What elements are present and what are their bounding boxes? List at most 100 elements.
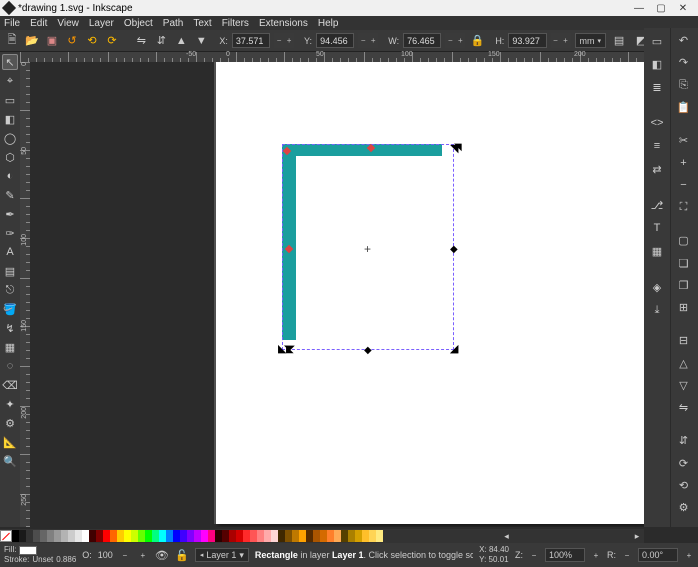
- rotation-field[interactable]: 0.00°: [638, 548, 678, 562]
- flip-v-icon[interactable]: ⇵: [153, 32, 169, 50]
- color-swatch[interactable]: [187, 530, 194, 542]
- deselect-icon[interactable]: ↺: [64, 32, 80, 50]
- color-swatch[interactable]: [299, 530, 306, 542]
- color-swatch[interactable]: [75, 530, 82, 542]
- color-swatch[interactable]: [257, 530, 264, 542]
- menu-layer[interactable]: Layer: [89, 18, 114, 29]
- tool-dropper[interactable]: ⎋: [2, 282, 18, 298]
- dock-raise-icon[interactable]: △: [675, 354, 693, 371]
- color-swatch[interactable]: [348, 530, 355, 542]
- fill-preview[interactable]: [19, 546, 37, 555]
- handle-sw[interactable]: ◣: [278, 342, 286, 355]
- handle-ne[interactable]: ◥: [450, 142, 458, 155]
- dock-export-icon[interactable]: ⤓: [648, 301, 666, 319]
- dock-zoom-fit-icon[interactable]: ⛶: [675, 199, 693, 216]
- x-minus[interactable]: −: [274, 33, 284, 48]
- menu-extensions[interactable]: Extensions: [259, 18, 308, 29]
- opacity-minus[interactable]: −: [119, 546, 131, 564]
- tool-pointer[interactable]: ↖: [2, 54, 18, 70]
- color-swatch[interactable]: [26, 530, 33, 542]
- zoom-minus[interactable]: −: [529, 546, 539, 564]
- zoom-field[interactable]: 100%: [545, 548, 585, 562]
- dock-undo-icon[interactable]: ↶: [675, 32, 693, 49]
- menu-help[interactable]: Help: [318, 18, 339, 29]
- color-swatch[interactable]: [117, 530, 124, 542]
- color-swatch[interactable]: [369, 530, 376, 542]
- color-swatch[interactable]: [208, 530, 215, 542]
- handle-se[interactable]: ◢: [450, 342, 458, 355]
- y-plus[interactable]: +: [368, 33, 378, 48]
- rot-minus[interactable]: −: [622, 546, 632, 564]
- dock-prefs-icon[interactable]: ⚙: [675, 499, 693, 516]
- dock-zoom-out-icon[interactable]: −: [675, 177, 693, 194]
- color-swatch[interactable]: [236, 530, 243, 542]
- menu-view[interactable]: View: [57, 18, 79, 29]
- open-doc-icon[interactable]: 📂: [24, 32, 40, 50]
- new-doc-icon[interactable]: 🗎: [4, 32, 20, 50]
- tool-tweak[interactable]: ✦: [2, 396, 18, 412]
- tool-bucket[interactable]: 🪣: [2, 301, 18, 317]
- dock-clone-icon[interactable]: ❐: [675, 277, 693, 294]
- tool-rect[interactable]: ▭: [2, 92, 18, 108]
- affect-stroke-icon[interactable]: ▤: [610, 32, 628, 50]
- w-plus[interactable]: +: [455, 33, 465, 48]
- tool-cube[interactable]: ◧: [2, 111, 18, 127]
- w-minus[interactable]: −: [445, 33, 455, 48]
- dock-cut-icon[interactable]: ✂: [675, 132, 693, 149]
- color-swatch[interactable]: [96, 530, 103, 542]
- x-field[interactable]: 37.571: [232, 33, 270, 48]
- color-swatch[interactable]: [243, 530, 250, 542]
- color-swatch[interactable]: [264, 530, 271, 542]
- dock-text-tool-icon[interactable]: T: [648, 219, 666, 237]
- color-swatch[interactable]: [222, 530, 229, 542]
- rotate-cw-icon[interactable]: ⟳: [104, 32, 120, 50]
- layer-visibility-icon[interactable]: 👁: [155, 546, 169, 564]
- rot-plus[interactable]: +: [684, 546, 694, 564]
- lock-ratio-icon[interactable]: 🔒: [469, 32, 485, 50]
- palette-menu-icon[interactable]: ▸: [630, 530, 644, 542]
- color-swatch[interactable]: [124, 530, 131, 542]
- tool-bezier[interactable]: ✒: [2, 206, 18, 222]
- tool-mesh[interactable]: ▦: [2, 339, 18, 355]
- tool-spiral[interactable]: ◐: [2, 168, 18, 184]
- minimize-button[interactable]: —: [628, 1, 650, 15]
- color-swatch[interactable]: [19, 530, 26, 542]
- color-swatch[interactable]: [145, 530, 152, 542]
- dock-fill-stroke-icon[interactable]: ▭: [648, 32, 666, 50]
- color-swatch[interactable]: [376, 530, 383, 542]
- dock-path-effects-icon[interactable]: ⎇: [648, 196, 666, 214]
- color-swatch[interactable]: [173, 530, 180, 542]
- dock-rotate-ccw-icon[interactable]: ⟲: [675, 477, 693, 494]
- color-swatch[interactable]: [152, 530, 159, 542]
- color-swatch[interactable]: [47, 530, 54, 542]
- lower-icon[interactable]: ▼: [193, 32, 209, 50]
- color-swatch[interactable]: [306, 530, 313, 542]
- dock-flip-v-icon[interactable]: ⇵: [675, 432, 693, 449]
- color-swatch[interactable]: [54, 530, 61, 542]
- handle-sw[interactable]: ◣: [286, 346, 294, 354]
- raise-icon[interactable]: ▲: [173, 32, 189, 50]
- tool-ellipse[interactable]: ◯: [2, 130, 18, 146]
- h-field[interactable]: 93.927: [508, 33, 546, 48]
- opacity-plus[interactable]: +: [137, 546, 149, 564]
- layer-lock-icon[interactable]: 🔓: [175, 546, 189, 564]
- tool-node[interactable]: ⌖: [2, 73, 18, 89]
- color-swatch[interactable]: [180, 530, 187, 542]
- tool-star[interactable]: ⬡: [2, 149, 18, 165]
- y-field[interactable]: 94.456: [316, 33, 354, 48]
- canvas[interactable]: ◣ ◥ ◢ ◣ .handle{background:transparent;c…: [30, 62, 644, 527]
- color-swatch[interactable]: [320, 530, 327, 542]
- color-swatch[interactable]: [131, 530, 138, 542]
- color-swatch[interactable]: [159, 530, 166, 542]
- dock-swatches-icon[interactable]: ▦: [648, 242, 666, 260]
- tool-lpe[interactable]: 📐: [2, 434, 18, 450]
- dock-rotate-cw-icon[interactable]: ⟳: [675, 454, 693, 471]
- dock-paste-icon[interactable]: 📋: [675, 99, 693, 116]
- select-all-icon[interactable]: ▣: [44, 32, 60, 50]
- color-swatch[interactable]: [110, 530, 117, 542]
- tool-pencil[interactable]: ✎: [2, 187, 18, 203]
- rotate-ccw-icon[interactable]: ⟲: [84, 32, 100, 50]
- dock-duplicate-icon[interactable]: ❏: [675, 254, 693, 271]
- dock-group-icon[interactable]: ⊞: [675, 299, 693, 316]
- color-swatch[interactable]: [33, 530, 40, 542]
